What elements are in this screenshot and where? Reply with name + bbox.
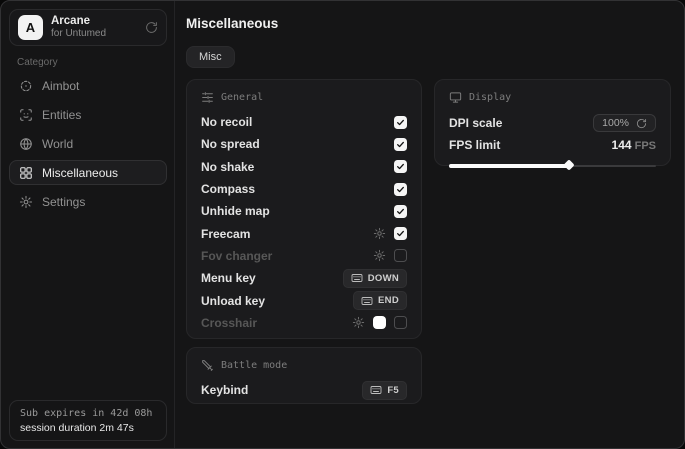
dpi-scale-button[interactable]: 100% <box>593 114 656 132</box>
keybind-value: DOWN <box>368 273 399 284</box>
fps-limit-unit: FPS <box>632 140 656 152</box>
display-panel-title: Display <box>469 92 511 103</box>
reset-icon[interactable] <box>636 118 647 129</box>
sidebar-item-entities[interactable]: Entities <box>9 102 167 127</box>
session-duration-text: session duration 2m 47s <box>20 422 156 434</box>
checkbox-checked[interactable] <box>394 116 407 129</box>
sliders-icon <box>201 91 214 104</box>
setting-label: No shake <box>201 160 254 174</box>
gear-icon[interactable] <box>373 227 386 240</box>
setting-label: No recoil <box>201 115 252 129</box>
setting-row-no-recoil: No recoil <box>201 111 407 133</box>
dpi-scale-label: DPI scale <box>449 116 502 130</box>
setting-row-fov-changer: Fov changer <box>201 245 407 267</box>
keyboard-icon <box>370 384 382 396</box>
keybind-button[interactable]: END <box>353 291 407 310</box>
keyboard-icon <box>351 272 363 284</box>
setting-label: Freecam <box>201 227 250 241</box>
setting-label: Fov changer <box>201 249 272 263</box>
setting-row-menu-key: Menu key DOWN <box>201 267 407 289</box>
battle-panel-title: Battle mode <box>221 360 287 371</box>
gear-icon[interactable] <box>373 249 386 262</box>
checkbox-unchecked[interactable] <box>394 249 407 262</box>
setting-row-compass: Compass <box>201 178 407 200</box>
general-panel-title: General <box>221 92 263 103</box>
fps-limit-label: FPS limit <box>449 138 500 152</box>
setting-label: Keybind <box>201 383 248 397</box>
checkbox-checked[interactable] <box>394 227 407 240</box>
setting-row-freecam: Freecam <box>201 222 407 244</box>
sidebar-item-label: Aimbot <box>42 79 79 93</box>
sidebar: A Arcane for Untumed Category Aimbot Enti… <box>1 1 175 448</box>
keybind-value: F5 <box>387 385 399 396</box>
setting-row-no-shake: No shake <box>201 156 407 178</box>
sidebar-item-miscellaneous[interactable]: Miscellaneous <box>9 160 167 185</box>
sidebar-nav: Aimbot Entities World Miscellaneous Settings <box>9 73 167 214</box>
setting-label: Unhide map <box>201 204 270 218</box>
slider-thumb[interactable] <box>563 159 574 170</box>
dpi-scale-value: 100% <box>602 117 629 129</box>
brand-avatar: A <box>18 15 43 40</box>
setting-label: Menu key <box>201 271 256 285</box>
refresh-icon[interactable] <box>145 21 158 34</box>
setting-label: No spread <box>201 137 260 151</box>
gear-icon <box>19 195 33 209</box>
checkbox-unchecked[interactable] <box>394 316 407 329</box>
sword-icon <box>201 359 214 372</box>
general-rows: No recoil No spread No shake Compass Unhide … <box>201 111 407 334</box>
scan-entities-icon <box>19 108 33 122</box>
category-label: Category <box>17 57 58 68</box>
sub-expiry-text: Sub expires in 42d 08h <box>20 408 156 419</box>
setting-row-crosshair: Crosshair <box>201 312 407 334</box>
tab-misc[interactable]: Misc <box>186 46 235 68</box>
setting-label: Compass <box>201 182 255 196</box>
keybind-button[interactable]: DOWN <box>343 269 407 288</box>
sidebar-item-label: Entities <box>42 108 81 122</box>
fps-limit-row: FPS limit 144 FPS <box>449 135 656 155</box>
setting-row-unload-key: Unload key END <box>201 289 407 311</box>
brand-subtitle: for Untumed <box>51 28 137 40</box>
checkbox-checked[interactable] <box>394 160 407 173</box>
subscription-card: Sub expires in 42d 08h session duration … <box>9 400 167 441</box>
main-content: Miscellaneous Misc General No recoil No s… <box>175 1 684 448</box>
setting-row-keybind: Keybind F5 <box>201 379 407 401</box>
keybind-value: END <box>378 295 399 306</box>
page-title: Miscellaneous <box>186 16 278 31</box>
setting-row-unhide-map: Unhide map <box>201 200 407 222</box>
setting-label: Crosshair <box>201 316 257 330</box>
setting-row-no-spread: No spread <box>201 133 407 155</box>
brand-card: A Arcane for Untumed <box>9 9 167 46</box>
sidebar-item-aimbot[interactable]: Aimbot <box>9 73 167 98</box>
checkbox-checked[interactable] <box>394 205 407 218</box>
grid-icon <box>19 166 33 180</box>
keybind-button[interactable]: F5 <box>362 381 407 400</box>
general-panel: General No recoil No spread No shake Compas… <box>186 79 422 339</box>
dpi-scale-row: DPI scale 100% <box>449 111 656 135</box>
crosshair-icon <box>19 79 33 93</box>
globe-icon <box>19 137 33 151</box>
sidebar-item-world[interactable]: World <box>9 131 167 156</box>
brand-name: Arcane <box>51 15 137 28</box>
keyboard-icon <box>361 295 373 307</box>
gear-icon[interactable] <box>352 316 365 329</box>
sidebar-item-settings[interactable]: Settings <box>9 189 167 214</box>
color-swatch[interactable] <box>373 316 386 329</box>
checkbox-checked[interactable] <box>394 138 407 151</box>
sidebar-item-label: World <box>42 137 73 151</box>
checkbox-checked[interactable] <box>394 183 407 196</box>
setting-label: Unload key <box>201 294 265 308</box>
display-panel: Display DPI scale 100% FPS limit 144 FPS <box>434 79 671 166</box>
app-window: A Arcane for Untumed Category Aimbot Enti… <box>0 0 685 449</box>
monitor-icon <box>449 91 462 104</box>
battle-rows: Keybind F5 <box>201 379 407 401</box>
sidebar-item-label: Miscellaneous <box>42 166 118 180</box>
sidebar-item-label: Settings <box>42 195 85 209</box>
fps-limit-value: 144 <box>612 138 632 152</box>
battle-mode-panel: Battle mode Keybind F5 <box>186 347 422 404</box>
fps-limit-slider[interactable] <box>449 162 656 169</box>
